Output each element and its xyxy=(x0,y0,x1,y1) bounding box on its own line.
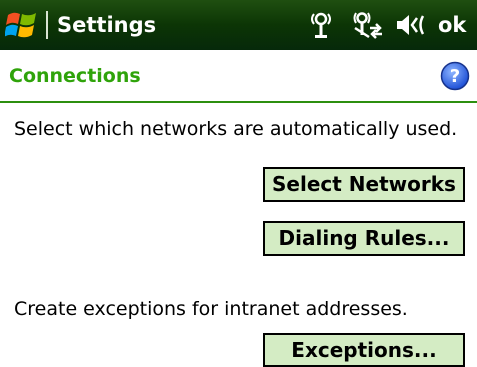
ok-button[interactable]: ok xyxy=(438,10,466,40)
help-icon[interactable]: ? xyxy=(440,61,470,91)
windows-logo-icon[interactable] xyxy=(5,8,39,42)
page-title: Connections xyxy=(9,65,141,87)
title-separator xyxy=(46,11,48,39)
exceptions-description: Create exceptions for intranet addresses… xyxy=(14,298,408,320)
exceptions-button[interactable]: Exceptions... xyxy=(263,333,465,367)
speaker-volume-icon[interactable] xyxy=(395,10,427,40)
networks-description: Select which networks are automatically … xyxy=(14,118,458,140)
select-networks-button[interactable]: Select Networks xyxy=(263,167,465,202)
svg-text:?: ? xyxy=(450,66,460,87)
dialing-rules-button[interactable]: Dialing Rules... xyxy=(263,221,465,256)
title-bar: Settings ok xyxy=(0,0,477,50)
header-divider xyxy=(0,101,477,103)
connectivity-icon[interactable] xyxy=(352,10,386,40)
antenna-signal-icon[interactable] xyxy=(308,10,334,40)
window-title: Settings xyxy=(57,13,157,37)
